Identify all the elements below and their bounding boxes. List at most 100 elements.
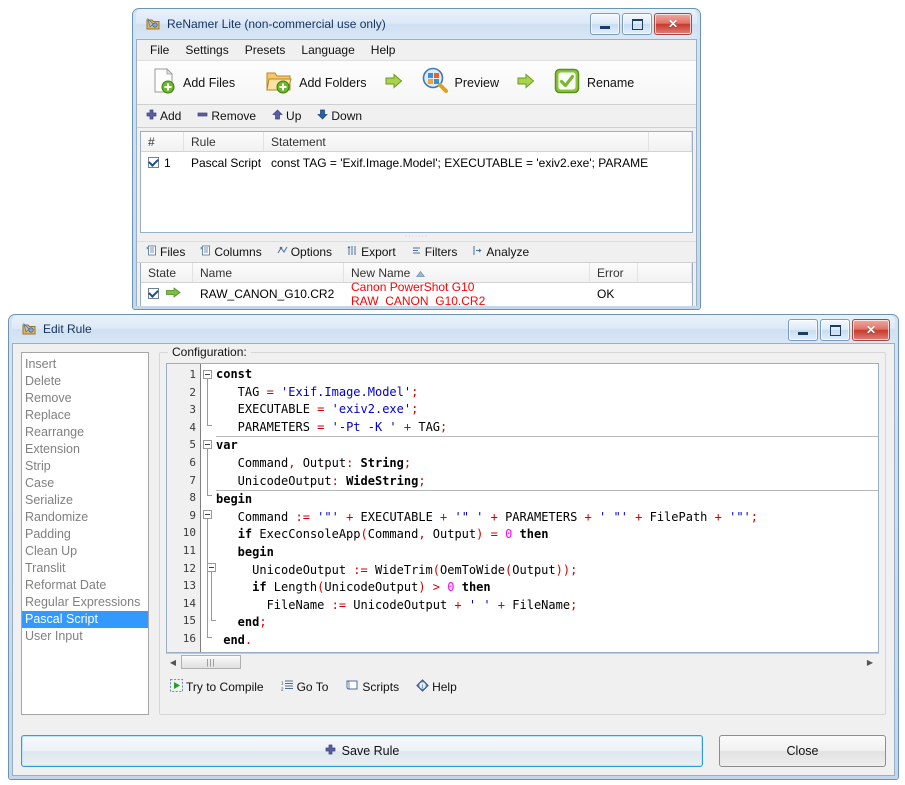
files-col-error[interactable]: Error (590, 263, 638, 282)
close-dialog-button[interactable]: Close (719, 735, 886, 767)
rule-type-translit[interactable]: Translit (22, 560, 148, 577)
menu-settings[interactable]: Settings (177, 41, 236, 59)
rule-type-rearrange[interactable]: Rearrange (22, 424, 148, 441)
code-token: Output (512, 562, 556, 577)
rule-type-reformat-date[interactable]: Reformat Date (22, 577, 148, 594)
rule-type-delete[interactable]: Delete (22, 373, 148, 390)
menu-help[interactable]: Help (363, 41, 404, 59)
rules-cell-num[interactable]: 1 (141, 152, 184, 173)
go-to-label: Go To (296, 680, 329, 694)
rule-type-serialize[interactable]: Serialize (22, 492, 148, 509)
minimize-button[interactable] (788, 319, 818, 341)
editor-code-area[interactable]: const TAG = 'Exif.Image.Model'; EXECUTAB… (216, 364, 878, 652)
scripts-button[interactable]: Scripts (343, 678, 401, 696)
analyze-button[interactable]: Analyze (470, 244, 531, 260)
main-titlebar[interactable]: ReNamer Lite (non-commercial use only) ✕ (136, 9, 697, 39)
add-files-button[interactable]: Add Files (143, 63, 243, 102)
rule-type-randomize[interactable]: Randomize (22, 509, 148, 526)
fold-toggle-inner-begin[interactable] (207, 563, 216, 572)
rule-type-user-input[interactable]: User Input (22, 628, 148, 645)
files-col-state[interactable]: State (141, 263, 193, 282)
rule-remove-button[interactable]: Remove (195, 108, 258, 124)
help-button[interactable]: i Help (414, 678, 459, 696)
code-line[interactable]: UnicodeOutput := WideTrim(OemToWide(Outp… (216, 562, 878, 580)
splitter-handle[interactable]: ······· (137, 233, 696, 241)
table-row[interactable]: RAW_CANON_G10.CR2 Canon PowerShot G10 RA… (141, 280, 692, 306)
preview-button[interactable]: Preview (413, 63, 507, 102)
edit-rule-titlebar[interactable]: Edit Rule ✕ (12, 315, 895, 343)
rules-col-statement[interactable]: Statement (264, 132, 649, 151)
code-line[interactable]: begin (216, 491, 878, 509)
fold-toggle-const[interactable] (203, 370, 212, 379)
code-line[interactable]: end. (216, 632, 878, 650)
editor-fold-column[interactable] (201, 364, 216, 652)
menu-language[interactable]: Language (293, 41, 362, 59)
script-editor[interactable]: 1 2 3 4 5 6 7 8 9 10 11 12 13 14 15 16 c… (166, 363, 879, 653)
editor-line-numbers: 1 2 3 4 5 6 7 8 9 10 11 12 13 14 15 16 (167, 364, 201, 652)
minimize-button[interactable] (590, 13, 620, 35)
scrollbar-thumb[interactable]: ||| (181, 655, 241, 669)
file-enabled-checkbox[interactable] (148, 288, 159, 299)
rule-enabled-checkbox[interactable] (148, 157, 159, 168)
fold-toggle-begin[interactable] (203, 510, 212, 519)
code-token: + (432, 509, 455, 524)
code-line[interactable]: PARAMETERS = '-Pt -K ' + TAG; (216, 419, 878, 438)
rule-type-case[interactable]: Case (22, 475, 148, 492)
scroll-left-arrow-icon[interactable]: ◀ (166, 655, 180, 669)
rule-type-strip[interactable]: Strip (22, 458, 148, 475)
try-to-compile-button[interactable]: Try to Compile (168, 678, 266, 696)
rule-type-replace[interactable]: Replace (22, 407, 148, 424)
line-number: 7 (189, 473, 196, 487)
code-line[interactable]: end; (216, 614, 878, 632)
rule-type-remove[interactable]: Remove (22, 390, 148, 407)
save-rule-label: Save Rule (341, 744, 400, 758)
rule-type-clean-up[interactable]: Clean Up (22, 543, 148, 560)
code-line[interactable]: TAG = 'Exif.Image.Model'; (216, 384, 878, 402)
code-line[interactable]: var (216, 437, 878, 455)
scroll-right-arrow-icon[interactable]: ▶ (863, 655, 877, 669)
table-row[interactable]: 1 Pascal Script const TAG = 'Exif.Image.… (141, 152, 692, 173)
rules-col-spare[interactable] (649, 132, 692, 151)
code-line[interactable]: FileName := UnicodeOutput + ' ' + FileNa… (216, 597, 878, 615)
rule-type-extension[interactable]: Extension (22, 441, 148, 458)
rule-type-insert[interactable]: Insert (22, 356, 148, 373)
files-button[interactable]: Files (144, 244, 187, 260)
code-line[interactable]: begin (216, 544, 878, 562)
close-button[interactable]: ✕ (852, 319, 890, 341)
rules-col-num[interactable]: # (141, 132, 184, 151)
code-line[interactable]: Command := '"' + EXECUTABLE + '" ' + PAR… (216, 509, 878, 527)
save-rule-button[interactable]: Save Rule (21, 735, 703, 767)
add-folders-button[interactable]: Add Folders (257, 63, 374, 102)
rule-type-regular-expressions[interactable]: Regular Expressions (22, 594, 148, 611)
columns-button[interactable]: Columns (198, 244, 263, 260)
export-button[interactable]: Export (345, 244, 398, 260)
rules-grid-header: # Rule Statement (141, 132, 692, 152)
go-to-button[interactable]: 1 2 Go To (279, 678, 331, 696)
maximize-button[interactable] (622, 13, 652, 35)
close-button[interactable]: ✕ (654, 13, 692, 35)
menu-file[interactable]: File (142, 41, 177, 59)
rule-type-pascal-script[interactable]: Pascal Script (22, 611, 148, 628)
rule-down-button[interactable]: Down (315, 108, 364, 124)
rule-up-button[interactable]: Up (270, 108, 303, 124)
rule-type-padding[interactable]: Padding (22, 526, 148, 543)
files-col-name[interactable]: Name (193, 263, 344, 282)
options-button[interactable]: Options (275, 244, 334, 260)
rename-button[interactable]: Rename (545, 63, 642, 102)
rule-type-list[interactable]: Insert Delete Remove Replace Rearrange E… (21, 352, 149, 715)
code-line[interactable]: if ExecConsoleApp(Command, Output) = 0 t… (216, 526, 878, 544)
fold-toggle-var[interactable] (203, 440, 212, 449)
code-line[interactable]: if Length(UnicodeOutput) > 0 then (216, 579, 878, 597)
files-cell-state[interactable] (141, 283, 193, 304)
code-line[interactable]: Command, Output: String; (216, 455, 878, 473)
editor-horizontal-scrollbar[interactable]: ◀ ||| ▶ (166, 653, 879, 670)
rule-add-button[interactable]: Add (144, 108, 183, 124)
rules-col-rule[interactable]: Rule (184, 132, 264, 151)
code-line[interactable]: const (216, 366, 878, 384)
menu-presets[interactable]: Presets (237, 41, 294, 59)
maximize-button[interactable] (820, 319, 850, 341)
code-line[interactable]: UnicodeOutput: WideString; (216, 473, 878, 492)
filters-button[interactable]: Filters (409, 244, 460, 260)
code-line[interactable]: EXECUTABLE = 'exiv2.exe'; (216, 401, 878, 419)
files-col-spare[interactable] (638, 263, 692, 282)
